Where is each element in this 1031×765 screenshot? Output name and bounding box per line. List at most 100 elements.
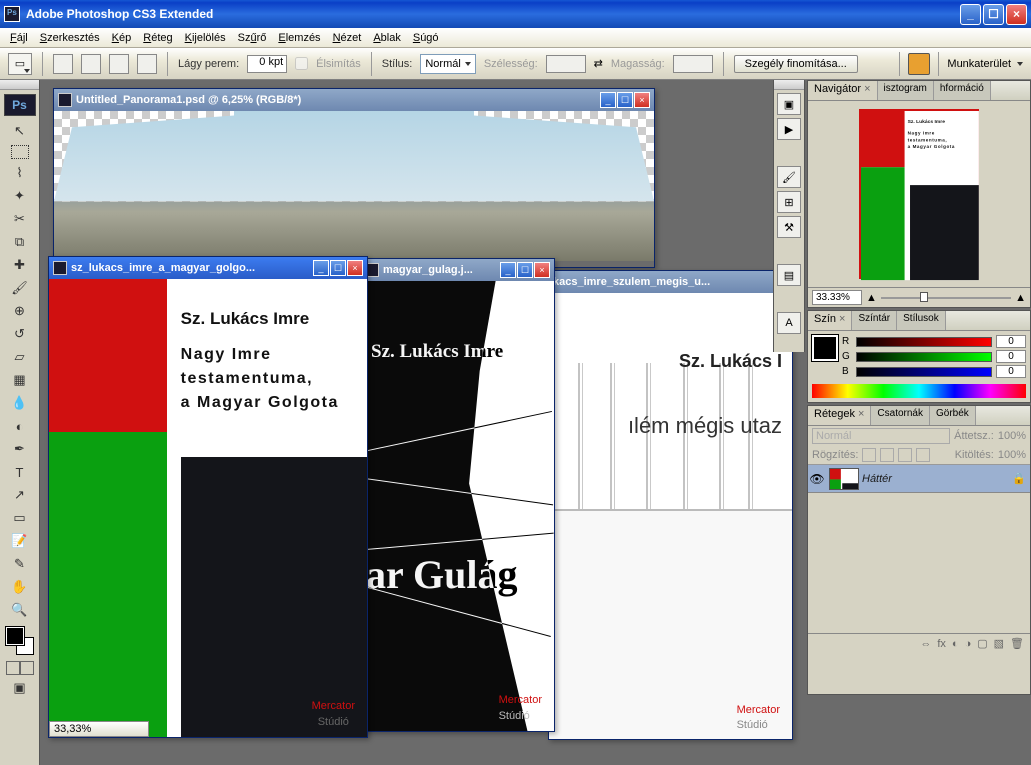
crop-tool[interactable]: ✂: [6, 208, 34, 230]
workspace-label[interactable]: Munkaterület: [947, 58, 1011, 70]
eraser-tool[interactable]: ▱: [6, 346, 34, 368]
notes-tool[interactable]: 📝: [6, 530, 34, 552]
doc-min-button[interactable]: _: [500, 262, 516, 278]
menu-view[interactable]: Nézet: [327, 30, 368, 46]
link-layers-icon[interactable]: ⇔: [920, 638, 931, 650]
eyedropper-tool[interactable]: ✎: [6, 553, 34, 575]
doc-gulag[interactable]: magyar_gulag.j... _ ☐ × Sz. Lukács Imre …: [360, 258, 555, 732]
doc-max-button[interactable]: ☐: [617, 92, 633, 108]
doc-max-button[interactable]: ☐: [517, 262, 533, 278]
menu-window[interactable]: Ablak: [367, 30, 407, 46]
doc-golgota-titlebar[interactable]: sz_lukacs_imre_a_magyar_golgo... _ ☐ ×: [49, 257, 367, 279]
doc-close-button[interactable]: ×: [634, 92, 650, 108]
doc-min-button[interactable]: _: [600, 92, 616, 108]
quickmask-toggle[interactable]: [6, 661, 34, 675]
menu-image[interactable]: Kép: [106, 30, 138, 46]
menu-layer[interactable]: Réteg: [137, 30, 178, 46]
color-fg-swatch[interactable]: [812, 335, 838, 361]
layer-thumb[interactable]: [829, 468, 859, 490]
swatches-tab[interactable]: Színtár: [852, 311, 897, 330]
info-tab[interactable]: hformáció: [934, 81, 991, 100]
minimize-button[interactable]: _: [960, 4, 981, 25]
foreground-color[interactable]: [6, 627, 24, 645]
curves-tab[interactable]: Görbék: [930, 406, 976, 425]
doc-panorama[interactable]: Untitled_Panorama1.psd @ 6,25% (RGB/8*) …: [53, 88, 655, 268]
shape-tool[interactable]: ▭: [6, 507, 34, 529]
adjustment-layer-icon[interactable]: ◑: [965, 638, 972, 650]
doc-panorama-titlebar[interactable]: Untitled_Panorama1.psd @ 6,25% (RGB/8*) …: [54, 89, 654, 111]
tool-presets-icon[interactable]: ⚒: [777, 216, 801, 238]
type-tool[interactable]: T: [6, 461, 34, 483]
wand-tool[interactable]: ✦: [6, 185, 34, 207]
menu-file[interactable]: FFájlájl: [4, 30, 34, 46]
b-slider[interactable]: [856, 367, 992, 377]
zoom-out-icon[interactable]: ▲: [866, 292, 877, 304]
layer-mask-icon[interactable]: ◐: [952, 638, 959, 650]
toolbox-grip[interactable]: [0, 80, 39, 90]
layer-comps-icon[interactable]: ▤: [777, 264, 801, 286]
dodge-tool[interactable]: ◐: [6, 415, 34, 437]
doc-panorama-canvas[interactable]: [54, 111, 654, 267]
nav-zoom-slider[interactable]: [881, 292, 1011, 304]
zoom-in-icon[interactable]: ▲: [1015, 292, 1026, 304]
doc-min-button[interactable]: _: [313, 260, 329, 276]
layer-group-icon[interactable]: ▢: [977, 637, 987, 650]
doc-szulem-titlebar[interactable]: kacs_imre_szulem_megis_u...: [549, 271, 792, 293]
layer-visibility-icon[interactable]: 👁: [808, 472, 826, 486]
bridge-icon[interactable]: [908, 53, 930, 75]
styles-tab[interactable]: Stílusok: [897, 311, 946, 330]
color-swatch[interactable]: [6, 627, 34, 655]
screen-mode[interactable]: ▣: [6, 677, 34, 699]
hand-tool[interactable]: ✋: [6, 576, 34, 598]
style-dropdown[interactable]: Normál: [420, 54, 475, 74]
history-brush-tool[interactable]: ↺: [6, 323, 34, 345]
nav-zoom-value[interactable]: 33.33%: [812, 290, 862, 305]
close-button[interactable]: ×: [1006, 4, 1027, 25]
tool-indicator[interactable]: ▭: [8, 53, 32, 75]
brushes-icon[interactable]: 🖌: [777, 166, 801, 188]
marquee-tool[interactable]: [11, 145, 29, 159]
character-icon[interactable]: A: [777, 312, 801, 334]
blur-tool[interactable]: 💧: [6, 392, 34, 414]
doc-close-button[interactable]: ×: [534, 262, 550, 278]
sel-int-icon[interactable]: [137, 54, 157, 74]
sel-new-icon[interactable]: [53, 54, 73, 74]
layer-fx-icon[interactable]: fx: [937, 638, 946, 650]
layers-empty-area[interactable]: [808, 493, 1030, 633]
doc-zoom-status[interactable]: 33,33%: [49, 721, 149, 737]
menu-edit[interactable]: Szerkesztés: [34, 30, 106, 46]
doc-max-button[interactable]: ☐: [330, 260, 346, 276]
slice-tool[interactable]: ⧉: [6, 231, 34, 253]
doc-gulag-titlebar[interactable]: magyar_gulag.j... _ ☐ ×: [361, 259, 554, 281]
g-value[interactable]: 0: [996, 350, 1026, 363]
navigator-tab[interactable]: Navigátor×: [808, 81, 878, 100]
sel-add-icon[interactable]: [81, 54, 101, 74]
gradient-tool[interactable]: ▦: [6, 369, 34, 391]
doc-golgota-canvas[interactable]: Sz. Lukács Imre Nagy Imre testamentuma, …: [49, 279, 367, 737]
doc-close-button[interactable]: ×: [347, 260, 363, 276]
menu-help[interactable]: Súgó: [407, 30, 445, 46]
color-tab[interactable]: Szín×: [808, 311, 852, 330]
menu-analysis[interactable]: Elemzés: [272, 30, 326, 46]
lasso-tool[interactable]: ⌇: [6, 162, 34, 184]
refine-edge-button[interactable]: Szegély finomítása...: [734, 55, 858, 73]
feather-input[interactable]: 0 kpt: [247, 55, 287, 73]
brush-tool[interactable]: 🖌: [6, 277, 34, 299]
doc-szulem[interactable]: kacs_imre_szulem_megis_u... Sz. Lukács I…: [548, 270, 793, 740]
histogram-tab[interactable]: isztogram: [878, 81, 934, 100]
r-value[interactable]: 0: [996, 335, 1026, 348]
maximize-button[interactable]: ☐: [983, 4, 1004, 25]
navigator-thumb[interactable]: Sz. Lukács Imre Nagy Imre testamentuma, …: [859, 109, 979, 279]
color-spectrum[interactable]: [812, 384, 1026, 398]
stamp-tool[interactable]: ⊕: [6, 300, 34, 322]
doc-szulem-canvas[interactable]: Sz. Lukács I ılém mégis utaz MercatorStú…: [549, 293, 792, 739]
clone-icon[interactable]: ⊞: [777, 191, 801, 213]
move-tool[interactable]: ↖: [6, 120, 34, 142]
new-layer-icon[interactable]: ▧: [994, 637, 1004, 650]
doc-gulag-canvas[interactable]: Sz. Lukács Imre ar Gulág MercatorStúdió: [361, 281, 554, 731]
layers-tab[interactable]: Rétegek×: [808, 406, 871, 425]
dock-icon-2[interactable]: ▶: [777, 118, 801, 140]
sel-sub-icon[interactable]: [109, 54, 129, 74]
menu-filter[interactable]: Szűrő: [232, 30, 273, 46]
zoom-tool[interactable]: 🔍: [6, 599, 34, 621]
